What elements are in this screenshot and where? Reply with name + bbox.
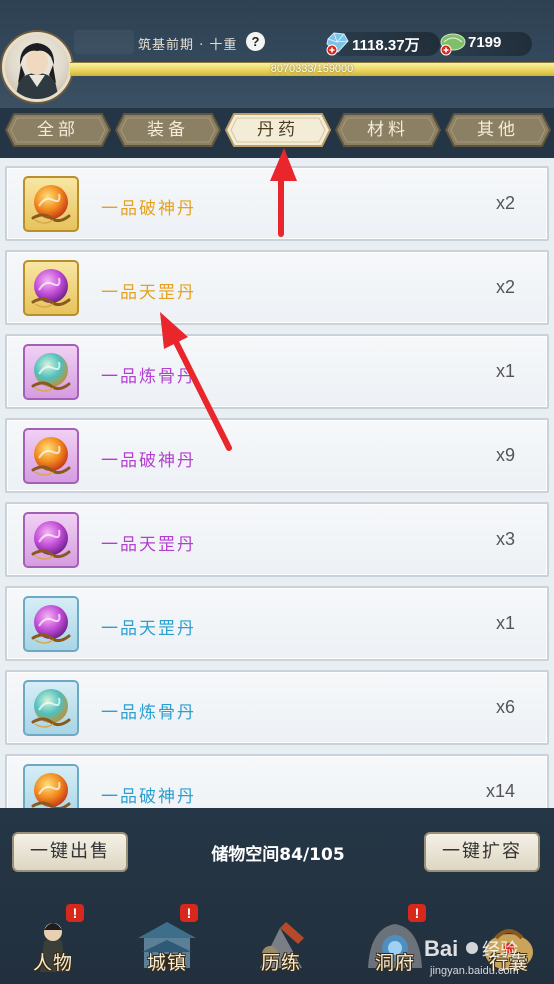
nav-label: 人物 bbox=[32, 952, 73, 974]
item-name: 一品炼骨丹 bbox=[101, 703, 196, 723]
help-icon[interactable]: ? bbox=[246, 32, 265, 51]
list-item[interactable]: 一品炼骨丹 x6 bbox=[5, 670, 549, 745]
item-name: 一品破神丹 bbox=[101, 199, 196, 219]
item-name: 一品天罡丹 bbox=[101, 283, 196, 303]
pill-orb-icon bbox=[23, 260, 79, 316]
item-quantity: x14 bbox=[485, 781, 515, 801]
alert-badge: ! bbox=[180, 904, 198, 922]
pill-orb-icon bbox=[23, 512, 79, 568]
tab-label: 其他 bbox=[477, 120, 519, 140]
tab-label: 全部 bbox=[37, 120, 79, 140]
storage-capacity: 储物空间84/105 bbox=[211, 845, 345, 865]
nav-label: 城镇 bbox=[146, 952, 187, 974]
list-item[interactable]: 一品天罡丹 x2 bbox=[5, 250, 549, 325]
item-name: 一品炼骨丹 bbox=[101, 367, 196, 387]
pill-orb-icon bbox=[23, 596, 79, 652]
tab-label: 装备 bbox=[147, 120, 189, 140]
list-item[interactable]: 一品天罡丹 x3 bbox=[5, 502, 549, 577]
tab-materials[interactable]: 材料 bbox=[334, 112, 442, 148]
cultivation-realm: 筑基前期 · 十重 bbox=[138, 38, 238, 53]
nav-label: 历练 bbox=[260, 952, 301, 974]
item-name: 一品天罡丹 bbox=[101, 619, 196, 639]
item-name: 一品天罡丹 bbox=[101, 535, 196, 555]
nav-training[interactable]: 历练 bbox=[236, 900, 326, 984]
nav-character[interactable]: 人物! bbox=[8, 900, 98, 984]
tab-equipment[interactable]: 装备 bbox=[114, 112, 222, 148]
experience-text: 8070333/159000 bbox=[270, 63, 354, 75]
nav-town[interactable]: 城镇! bbox=[122, 900, 212, 984]
lotus-icon[interactable] bbox=[438, 30, 466, 56]
spirit-stone-icon[interactable] bbox=[324, 30, 350, 56]
item-quantity: x6 bbox=[495, 697, 515, 717]
svg-text:jingyan.baidu.com: jingyan.baidu.com bbox=[429, 965, 519, 977]
tab-all[interactable]: 全部 bbox=[4, 112, 112, 148]
item-name: 一品破神丹 bbox=[101, 451, 196, 471]
player-name-box bbox=[74, 30, 134, 54]
lotus-value: 7199 bbox=[468, 34, 502, 51]
tab-label: 材料 bbox=[367, 120, 409, 140]
pill-orb-icon bbox=[23, 764, 79, 808]
alert-badge: ! bbox=[66, 904, 84, 922]
list-item[interactable]: 一品炼骨丹 x1 bbox=[5, 334, 549, 409]
svg-text:Bai: Bai bbox=[424, 936, 458, 961]
sell-all-button[interactable]: 一键出售 bbox=[12, 832, 128, 872]
list-item[interactable]: 一品破神丹 x9 bbox=[5, 418, 549, 493]
pill-orb-icon bbox=[23, 680, 79, 736]
expand-storage-button[interactable]: 一键扩容 bbox=[424, 832, 540, 872]
pill-orb-icon bbox=[23, 428, 79, 484]
item-quantity: x1 bbox=[495, 361, 515, 381]
spirit-stone-value: 1118.37万 bbox=[352, 37, 420, 54]
tab-other[interactable]: 其他 bbox=[444, 112, 552, 148]
list-item[interactable]: 一品天罡丹 x1 bbox=[5, 586, 549, 661]
tab-pills[interactable]: 丹药 bbox=[224, 112, 332, 148]
experience-bar: 8070333/159000 bbox=[70, 62, 554, 76]
list-item[interactable]: 一品破神丹 x14 bbox=[5, 754, 549, 808]
item-quantity: x2 bbox=[495, 277, 515, 297]
item-list[interactable]: 一品破神丹 x2 一品天罡丹 x2 一品炼骨丹 x1 一品破神丹 x9 一品天罡丹 x3 一品天罡丹… bbox=[0, 158, 554, 808]
tab-label: 丹药 bbox=[257, 120, 299, 140]
item-quantity: x3 bbox=[495, 529, 515, 549]
list-item[interactable]: 一品破神丹 x2 bbox=[5, 166, 549, 241]
top-header: 筑基前期 · 十重 ? 1118.37万 7199 8070333/159000 bbox=[0, 0, 554, 108]
baidu-jingyan-watermark: Bai 经验 jingyan.baidu.com bbox=[424, 936, 519, 977]
pill-orb-icon bbox=[23, 344, 79, 400]
item-quantity: x2 bbox=[495, 193, 515, 213]
avatar-portrait-icon bbox=[15, 43, 59, 99]
item-quantity: x1 bbox=[495, 613, 515, 633]
item-quantity: x9 bbox=[495, 445, 515, 465]
svg-text:经验: 经验 bbox=[482, 940, 518, 961]
pill-orb-icon bbox=[23, 176, 79, 232]
alert-badge: ! bbox=[408, 904, 426, 922]
item-name: 一品破神丹 bbox=[101, 787, 196, 807]
category-tabs: 全部 装备 丹药 材料 其他 bbox=[0, 112, 554, 148]
player-avatar[interactable] bbox=[2, 32, 72, 102]
